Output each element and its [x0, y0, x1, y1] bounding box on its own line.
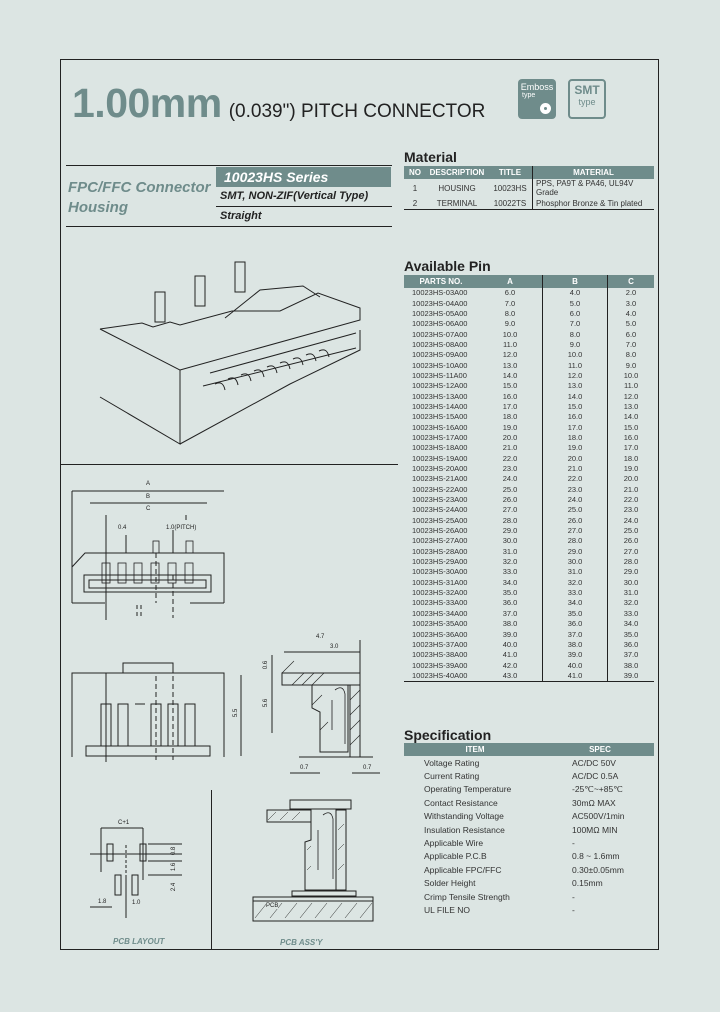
- pcb-assy-caption: PCB ASS'Y: [280, 938, 323, 947]
- side-section-drawing: [271, 640, 380, 774]
- pcb-dim-2-4-label: 2.4: [171, 882, 178, 892]
- pcb-dim-1-8-label: 1.8: [98, 899, 107, 905]
- dim-5-5-label: 5.5: [233, 708, 240, 718]
- dim-0-7-right-label: 0.7: [363, 765, 372, 771]
- pcb-dim-1-6-label: 1.6: [171, 862, 178, 872]
- pcb-label: PCB: [266, 903, 279, 909]
- isometric-connector-drawing: [99, 261, 361, 445]
- dim-5-6-label: 5.6: [263, 698, 270, 708]
- pcb-dim-0-8-label: 0.8: [171, 846, 178, 856]
- dim-pitch-label: 1.0(PITCH): [166, 525, 197, 531]
- dim-a-label: A: [146, 481, 151, 487]
- pcb-dim-pitch-label: 1.0: [132, 900, 141, 906]
- bottom-view-drawing: [71, 662, 242, 762]
- dim-b-label: B: [146, 494, 151, 500]
- technical-drawings: [71, 261, 380, 922]
- pcb-dim-c-label: C+1: [118, 820, 130, 826]
- dim-c-label: C: [146, 506, 151, 512]
- dim-0-7-left-label: 0.7: [300, 765, 309, 771]
- dim-0-6-label: 0.6: [263, 660, 270, 670]
- pcb-layout-caption: PCB LAYOUT: [113, 937, 165, 946]
- dim-small-label: 0.4: [118, 525, 127, 531]
- dim-4-7-label: 4.7: [316, 634, 325, 640]
- dim-3-0-label: 3.0: [330, 644, 339, 650]
